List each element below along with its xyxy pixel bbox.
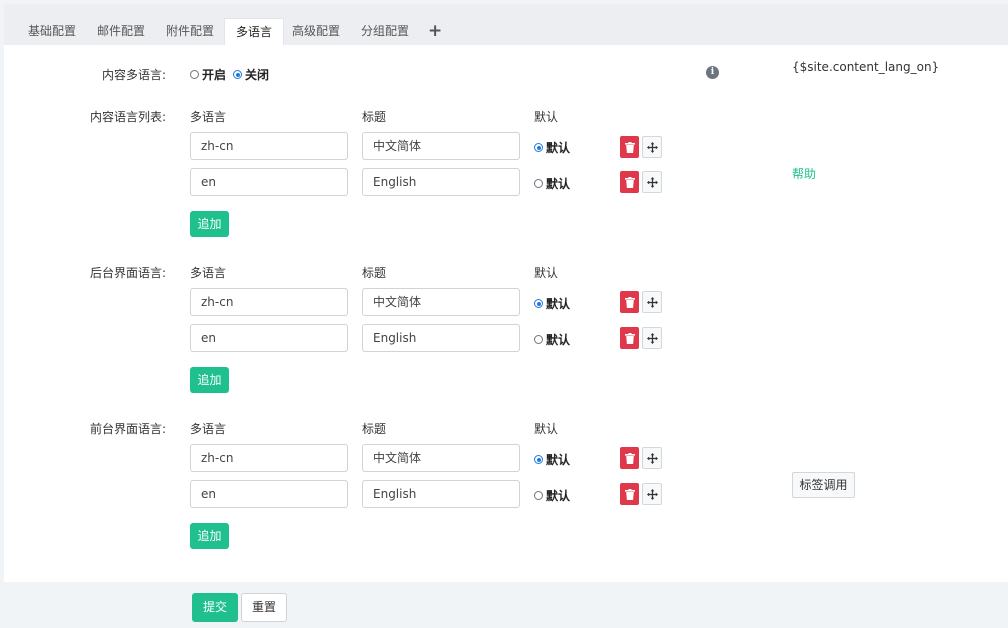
col-header-default: 默认: [534, 422, 559, 436]
delete-row-button[interactable]: [620, 483, 639, 505]
delete-row-button[interactable]: [620, 291, 639, 313]
trash-icon: [624, 488, 635, 500]
default-radio[interactable]: [534, 335, 543, 344]
tab-bar: 基础配置 邮件配置 附件配置 多语言 高级配置 分组配置 +: [4, 4, 1008, 46]
default-option[interactable]: 默认: [534, 175, 570, 192]
lang-title-input[interactable]: 中文简体: [362, 288, 520, 316]
col-header-default: 默认: [534, 266, 559, 280]
lang-title-input[interactable]: English: [362, 324, 520, 352]
move-icon: [646, 488, 658, 500]
default-label: 默认: [546, 333, 571, 347]
content-lang-on-label: 开启: [202, 68, 227, 82]
trash-icon: [624, 296, 635, 308]
default-radio[interactable]: [534, 491, 543, 500]
delete-row-button[interactable]: [620, 447, 639, 469]
lang-code-input[interactable]: zh-cn: [190, 444, 348, 472]
delete-row-button[interactable]: [620, 171, 639, 193]
move-row-button[interactable]: [642, 483, 662, 505]
submit-button[interactable]: 提交: [192, 593, 238, 622]
tab-basic[interactable]: 基础配置: [17, 18, 87, 45]
default-radio[interactable]: [534, 179, 543, 188]
content-lang-off-option[interactable]: 关闭: [233, 66, 269, 83]
lang-title-input[interactable]: English: [362, 480, 520, 508]
default-option[interactable]: 默认: [534, 139, 570, 156]
col-header-lang: 多语言: [190, 266, 227, 280]
config-panel: 内容多语言: 开启 关闭 i {$site.content_lang_on} 内…: [4, 45, 1008, 582]
col-header-title: 标题: [362, 110, 387, 124]
default-option[interactable]: 默认: [534, 487, 570, 504]
lang-code-input[interactable]: zh-cn: [190, 288, 348, 316]
lang-title-input[interactable]: English: [362, 168, 520, 196]
content-lang-on-radio[interactable]: [190, 70, 199, 79]
trash-icon: [624, 141, 635, 153]
info-icon[interactable]: i: [706, 66, 719, 79]
move-icon: [646, 296, 658, 308]
move-row-button[interactable]: [642, 447, 662, 469]
content-lang-list-label: 内容语言列表:: [89, 110, 166, 124]
default-option[interactable]: 默认: [534, 451, 570, 468]
tag-call-button[interactable]: 标签调用: [792, 472, 855, 498]
reset-button[interactable]: 重置: [241, 593, 287, 622]
default-label: 默认: [546, 177, 571, 191]
delete-row-button[interactable]: [620, 136, 639, 158]
default-option[interactable]: 默认: [534, 295, 570, 312]
front-lang-label: 前台界面语言:: [89, 422, 166, 436]
admin-lang-label: 后台界面语言:: [89, 266, 166, 280]
content-lang-off-label: 关闭: [245, 68, 270, 82]
tab-attachment[interactable]: 附件配置: [155, 18, 225, 45]
col-header-title: 标题: [362, 422, 387, 436]
append-button[interactable]: 追加: [190, 211, 229, 237]
trash-icon: [624, 452, 635, 464]
move-icon: [646, 332, 658, 344]
move-row-button[interactable]: [642, 327, 662, 349]
tab-group[interactable]: 分组配置: [350, 18, 420, 45]
content-lang-label: 内容多语言:: [101, 68, 166, 82]
col-header-lang: 多语言: [190, 422, 227, 436]
default-radio[interactable]: [534, 143, 543, 152]
trash-icon: [624, 332, 635, 344]
tab-advanced[interactable]: 高级配置: [281, 18, 351, 45]
default-label: 默认: [546, 453, 571, 467]
help-link[interactable]: 帮助: [792, 165, 816, 182]
delete-row-button[interactable]: [620, 327, 639, 349]
move-icon: [646, 452, 658, 464]
tab-multilang[interactable]: 多语言: [224, 18, 285, 45]
move-icon: [646, 176, 658, 188]
col-header-lang: 多语言: [190, 110, 227, 124]
lang-code-input[interactable]: en: [190, 324, 348, 352]
col-header-default: 默认: [534, 110, 559, 124]
tab-mail[interactable]: 邮件配置: [86, 18, 156, 45]
add-tab-icon[interactable]: +: [428, 18, 442, 45]
default-option[interactable]: 默认: [534, 331, 570, 348]
content-lang-off-radio[interactable]: [233, 70, 242, 79]
move-row-button[interactable]: [642, 171, 662, 193]
tag-hint: {$site.content_lang_on}: [792, 60, 940, 74]
lang-title-input[interactable]: 中文简体: [362, 132, 520, 160]
lang-code-input[interactable]: en: [190, 168, 348, 196]
move-icon: [646, 141, 658, 153]
lang-code-input[interactable]: zh-cn: [190, 132, 348, 160]
default-radio[interactable]: [534, 299, 543, 308]
content-lang-on-option[interactable]: 开启: [190, 66, 226, 83]
move-row-button[interactable]: [642, 291, 662, 313]
append-button[interactable]: 追加: [190, 523, 229, 549]
col-header-title: 标题: [362, 266, 387, 280]
default-label: 默认: [546, 489, 571, 503]
lang-code-input[interactable]: en: [190, 480, 348, 508]
append-button[interactable]: 追加: [190, 367, 229, 393]
lang-title-input[interactable]: 中文简体: [362, 444, 520, 472]
move-row-button[interactable]: [642, 136, 662, 158]
default-radio[interactable]: [534, 455, 543, 464]
default-label: 默认: [546, 297, 571, 311]
default-label: 默认: [546, 141, 571, 155]
trash-icon: [624, 176, 635, 188]
